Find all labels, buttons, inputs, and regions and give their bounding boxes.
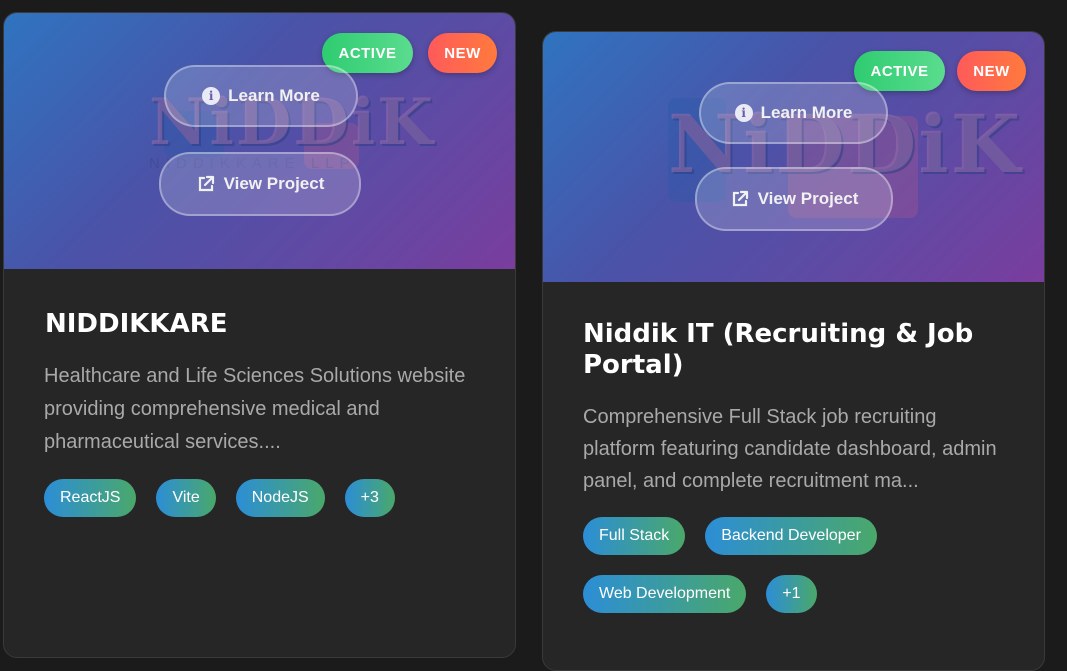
new-badge: NEW xyxy=(428,33,497,73)
learn-more-button[interactable]: i Learn More xyxy=(699,82,888,144)
project-hero-image: NiDDiK NIDDIKKARE LLP ACTIVE NEW i Learn… xyxy=(4,13,515,269)
learn-more-label: Learn More xyxy=(760,103,853,122)
tag-nodejs[interactable]: NodeJS xyxy=(235,479,325,517)
tag-reactjs[interactable]: ReactJS xyxy=(44,479,137,517)
tag-more[interactable]: +3 xyxy=(344,479,395,517)
tech-tags: Full Stack Backend Developer Web Develop… xyxy=(583,517,1004,613)
view-project-button[interactable]: View Project xyxy=(695,167,893,231)
project-description: Comprehensive Full Stack job recruiting … xyxy=(583,406,997,492)
tech-tags: ReactJS Vite NodeJS +3 xyxy=(44,479,475,517)
new-badge: NEW xyxy=(957,51,1026,91)
learn-more-button[interactable]: i Learn More xyxy=(164,65,358,127)
project-card-niddik-it[interactable]: NiDDiK ACTIVE NEW i Learn More View Proj… xyxy=(542,31,1045,671)
project-title: NIDDIKKARE xyxy=(45,309,228,339)
project-title: Niddik IT (Recruiting & Job Portal) xyxy=(583,319,974,380)
project-hero-image: NiDDiK ACTIVE NEW i Learn More View Proj… xyxy=(543,32,1044,282)
tag-more[interactable]: +1 xyxy=(766,575,817,613)
external-link-icon xyxy=(730,189,750,209)
external-link-icon xyxy=(196,174,216,194)
project-card-niddikkare[interactable]: NiDDiK NIDDIKKARE LLP ACTIVE NEW i Learn… xyxy=(3,12,516,658)
info-icon: i xyxy=(734,104,753,122)
tag-web-development[interactable]: Web Development xyxy=(583,575,747,613)
tag-vite[interactable]: Vite xyxy=(156,479,216,517)
view-project-button[interactable]: View Project xyxy=(159,152,361,216)
tag-full-stack[interactable]: Full Stack xyxy=(583,517,686,555)
view-project-label: View Project xyxy=(223,174,325,193)
project-description: Healthcare and Life Sciences Solutions w… xyxy=(44,365,466,453)
card-body: Niddik IT (Recruiting & Job Portal) Comp… xyxy=(543,319,1044,613)
info-icon: i xyxy=(202,87,221,105)
view-project-label: View Project xyxy=(757,189,859,208)
card-body: NIDDIKKARE Healthcare and Life Sciences … xyxy=(4,309,515,517)
learn-more-label: Learn More xyxy=(228,86,320,105)
tag-backend-developer[interactable]: Backend Developer xyxy=(705,517,877,555)
